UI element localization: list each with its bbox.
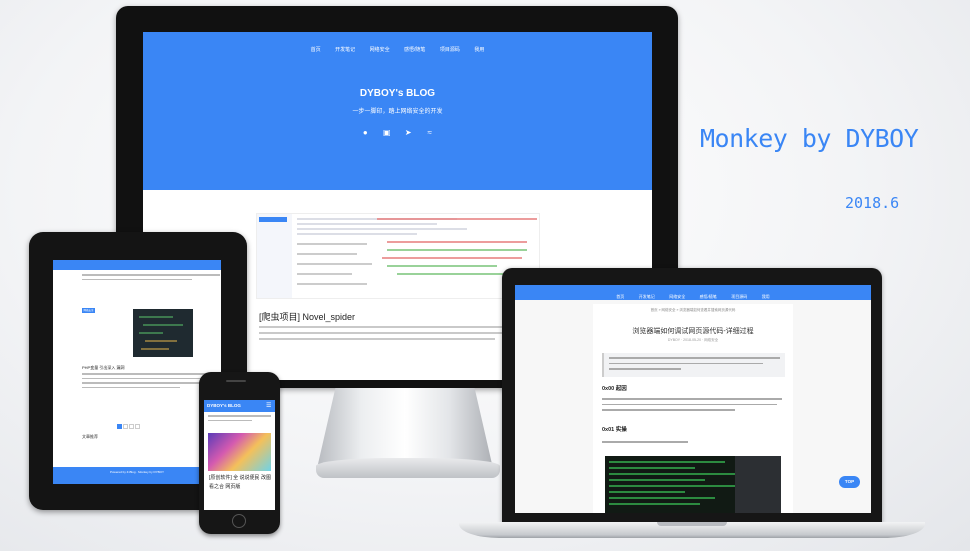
laptop-nav-dev[interactable]: 开发笔记: [639, 294, 655, 299]
back-to-top-button[interactable]: TOP: [839, 476, 860, 488]
page-1[interactable]: [117, 424, 122, 429]
article-quote: [602, 353, 785, 377]
page-2[interactable]: [123, 424, 128, 429]
paragraph-1: [597, 394, 787, 411]
article-title: 浏览器端如何调试网页源代码-详细过程: [632, 328, 754, 335]
phone-prev-excerpt: [208, 415, 271, 421]
caption-date: 2018.6: [845, 194, 900, 212]
telegram-icon[interactable]: ➤: [404, 128, 413, 137]
phone-home-button[interactable]: [232, 514, 246, 528]
github-icon[interactable]: ▣: [382, 128, 391, 137]
hero-banner: 首页 开发笔记 网络安全 感悟/随笔 项目源码 我用 DYBOY's BLOG …: [143, 32, 652, 190]
tablet-section-label: 文章推荐: [82, 434, 98, 439]
terminal-lines: [609, 456, 781, 513]
tablet-post-title[interactable]: PHP变量 引出深入 漏洞: [82, 365, 124, 371]
heading-1: 0x00 起因: [602, 386, 627, 392]
tablet-pagination: [117, 416, 157, 429]
nav-item-dev-notes[interactable]: 开发笔记: [335, 47, 355, 53]
laptop-nav-about[interactable]: 我用: [762, 294, 770, 299]
nav-item-source[interactable]: 项目源码: [440, 47, 460, 53]
laptop-screen: 首页 开发笔记 网络安全 感悟/随笔 项目源码 我用 首页 » 网络安全 » 浏…: [515, 285, 871, 513]
phone-header-title[interactable]: DYBOY's BLOG: [207, 403, 241, 408]
desktop-nav: 首页 开发笔记 网络安全 感悟/随笔 项目源码 我用: [143, 38, 652, 56]
phone-header: DYBOY's BLOG ☰: [204, 400, 275, 412]
post-title[interactable]: [爬虫项目] Novel_spider: [259, 310, 355, 323]
heading-2: 0x01 实操: [602, 427, 627, 433]
article-meta: DYBOY · 2018-05-20 · 网络安全: [667, 338, 719, 342]
blog-subtitle: 一步一脚印，踏上网络安全的开发: [352, 109, 443, 115]
qq-icon[interactable]: ●: [361, 128, 370, 137]
rss-icon[interactable]: ≈: [425, 128, 434, 137]
laptop-nav-home[interactable]: 首页: [616, 294, 624, 299]
tablet-prev-excerpt: [82, 274, 220, 280]
tablet-footer-text: Powered by Z-Blog · Monkey by DYBOY: [109, 470, 165, 474]
laptop-nav-security[interactable]: 网络安全: [669, 294, 685, 299]
code-screenshot: [257, 214, 537, 298]
laptop-nav-essays[interactable]: 感悟/随笔: [700, 294, 717, 299]
phone-post-title[interactable]: [原创软件] 全 说说便民 改图 看之合 网页版: [209, 474, 271, 492]
code-thumb: [139, 316, 183, 350]
tablet-screen: 首页 开发笔记 网络安全 感悟/随笔 项目源码 我用 网络安全 PHP变量 引出…: [53, 260, 221, 484]
caption-title: Monkey by DYBOY: [700, 124, 919, 153]
hamburger-menu-icon[interactable]: ☰: [266, 403, 272, 409]
terminal-screenshot: [605, 456, 781, 513]
phone-screen: DYBOY's BLOG ☰ [原创软件] 全 说说便民 改图 看之合 网页版: [204, 400, 275, 510]
nav-item-security[interactable]: 网络安全: [370, 47, 390, 53]
nav-item-essays[interactable]: 感悟/随笔: [404, 47, 425, 53]
monitor-stand-base: [316, 458, 500, 478]
tablet-nav: 首页 开发笔记 网络安全 感悟/随笔 项目源码 我用: [53, 260, 221, 274]
phone-post-image[interactable]: [208, 433, 271, 471]
tablet-footer: Powered by Z-Blog · Monkey by DYBOY: [53, 467, 221, 484]
blog-title: DYBOY's BLOG: [359, 88, 436, 99]
tablet-post-image[interactable]: [133, 309, 193, 357]
monitor-stand-neck: [318, 388, 492, 464]
phone-speaker: [226, 380, 246, 382]
laptop-notch: [657, 522, 727, 526]
page-4[interactable]: [135, 424, 140, 429]
nav-item-home[interactable]: 首页: [311, 47, 321, 53]
page-3[interactable]: [129, 424, 134, 429]
laptop-nav: 首页 开发笔记 网络安全 感悟/随笔 项目源码 我用: [515, 285, 871, 300]
tablet-post-badge: 网络安全: [82, 308, 95, 313]
paragraph-2: [597, 437, 787, 443]
nav-item-about[interactable]: 我用: [474, 47, 484, 53]
laptop-nav-source[interactable]: 项目源码: [731, 294, 747, 299]
breadcrumb[interactable]: 首页 » 网络安全 » 浏览器端如何查看并搜索网页源代码: [593, 308, 793, 313]
article-panel: 首页 » 网络安全 » 浏览器端如何查看并搜索网页源代码 浏览器端如何调试网页源…: [593, 304, 793, 513]
post-thumbnail[interactable]: [256, 213, 540, 299]
social-icons: ● ▣ ➤ ≈: [143, 122, 652, 140]
